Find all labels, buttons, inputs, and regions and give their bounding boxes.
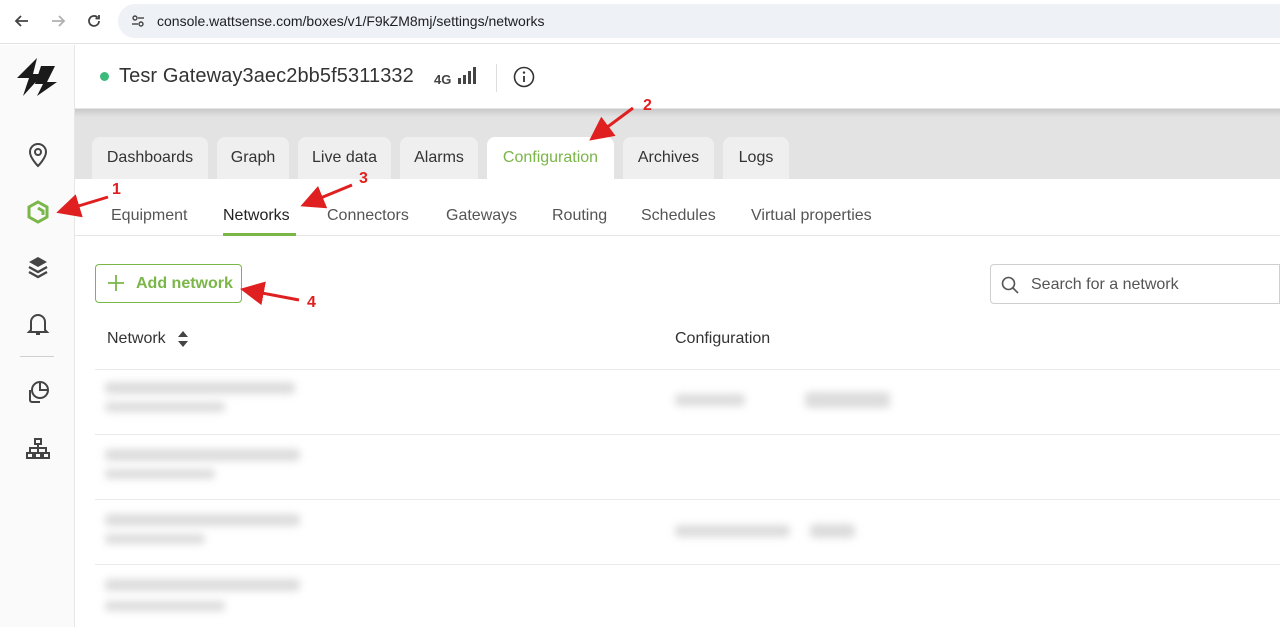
annotation-number: 1 [112,181,121,198]
tab-configuration[interactable]: Configuration [487,137,614,179]
annotation-number: 4 [307,294,316,311]
subtab-schedules[interactable]: Schedules [641,207,716,225]
sort-icon[interactable] [177,330,189,348]
tabs-shadow [75,109,1280,117]
forward-icon[interactable] [47,10,69,32]
info-icon[interactable] [513,66,535,88]
table-row[interactable] [95,369,1280,434]
sidebar-divider [20,356,54,357]
tab-graph[interactable]: Graph [217,137,289,179]
tab-dashboards[interactable]: Dashboards [92,137,208,179]
gateway-header: Tesr Gateway3aec2bb5f5311332 4G [75,45,1280,109]
network-type-label: 4G [434,72,452,87]
site-settings-icon[interactable] [130,13,146,29]
layers-icon[interactable] [24,253,52,281]
reload-icon[interactable] [83,10,105,32]
bell-icon[interactable] [24,310,52,338]
gateway-title: Tesr Gateway3aec2bb5f5311332 [119,65,414,87]
active-subtab-indicator [223,233,296,236]
subtab-virtual-properties[interactable]: Virtual properties [751,207,872,225]
add-network-label: Add network [136,275,233,292]
back-icon[interactable] [11,10,33,32]
tab-archives[interactable]: Archives [623,137,714,179]
location-pin-icon[interactable] [24,141,52,169]
subtab-equipment[interactable]: Equipment [111,207,188,225]
search-box[interactable] [990,264,1280,304]
annotation-arrow [240,281,300,306]
documents-icon[interactable] [24,378,52,406]
table-row[interactable] [95,499,1280,564]
tab-live-data[interactable]: Live data [298,137,391,179]
signal-strength-icon [458,67,476,84]
tab-logs[interactable]: Logs [723,137,789,179]
address-bar[interactable]: console.wattsense.com/boxes/v1/F9kZM8mj/… [118,4,1280,38]
status-dot [100,72,109,81]
browser-toolbar: console.wattsense.com/boxes/v1/F9kZM8mj/… [0,0,1280,44]
search-input[interactable] [1031,274,1271,296]
annotation-number: 2 [643,97,652,114]
org-chart-icon[interactable] [24,435,52,463]
plus-icon [108,275,124,291]
url-text[interactable]: console.wattsense.com/boxes/v1/F9kZM8mj/… [157,13,545,29]
tab-alarms[interactable]: Alarms [400,137,478,179]
annotation-number: 3 [359,170,368,187]
header-divider [496,64,497,92]
search-icon [1001,276,1019,294]
column-header-configuration: Configuration [675,330,771,347]
table-row[interactable] [95,564,1280,629]
table-row[interactable] [95,434,1280,499]
wattsense-logo[interactable] [15,56,59,98]
sidebar [0,45,75,627]
box-devices-icon[interactable] [24,198,52,226]
add-network-button[interactable]: Add network [95,264,242,303]
subtab-connectors[interactable]: Connectors [327,207,409,225]
subtab-gateways[interactable]: Gateways [446,207,517,225]
subtab-networks[interactable]: Networks [223,207,290,225]
subtab-routing[interactable]: Routing [552,207,607,225]
column-header-network[interactable]: Network [107,330,166,348]
sub-tabs: Equipment Networks Connectors Gateways R… [75,179,1280,236]
